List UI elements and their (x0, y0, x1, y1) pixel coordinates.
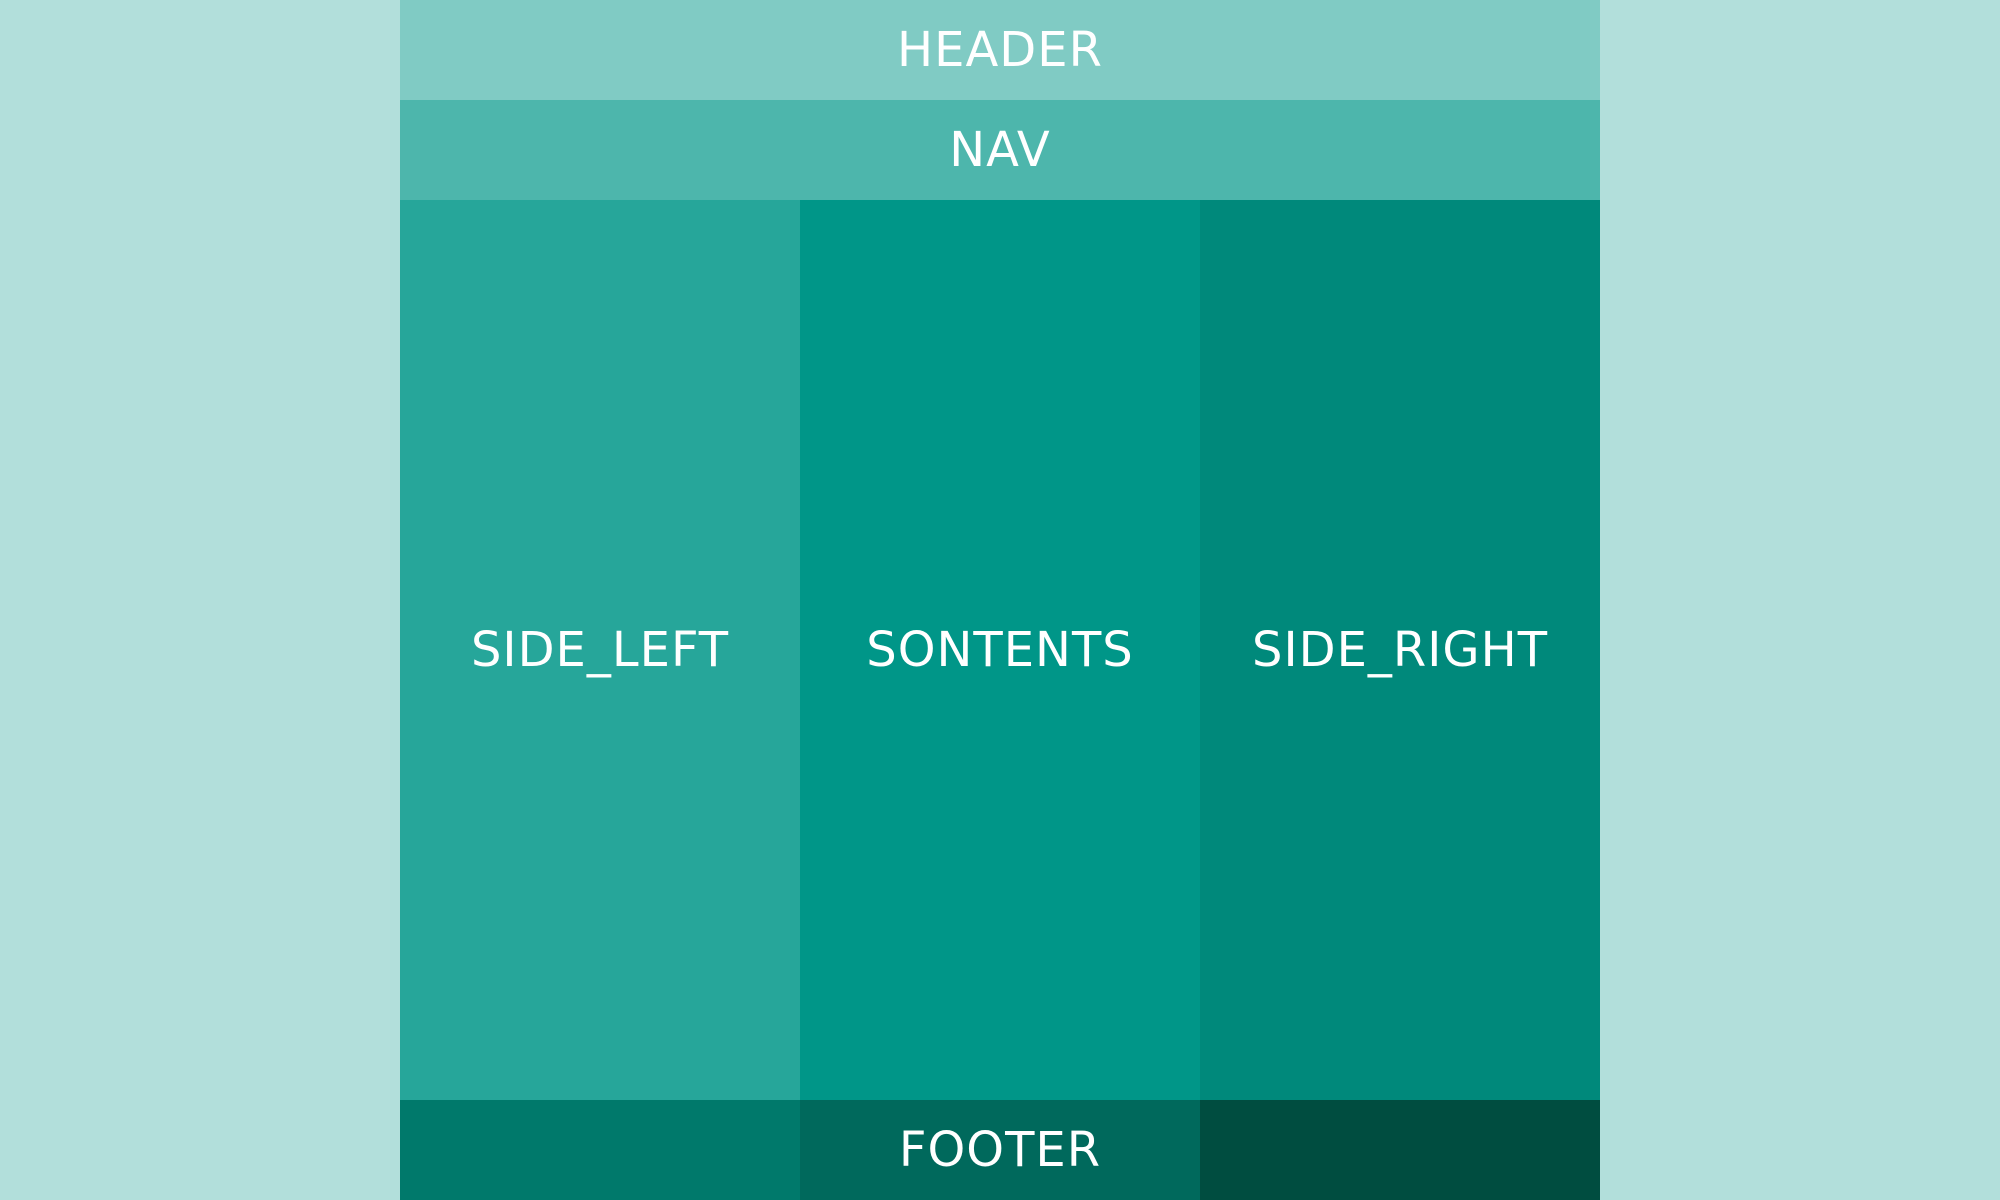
side-left-column: SIDE_LEFT (400, 200, 800, 1100)
header-label: HEADER (897, 22, 1103, 78)
side-left-label: SIDE_LEFT (470, 622, 730, 678)
footer-region: FOOTER (400, 1100, 1600, 1200)
footer-label-wrap: FOOTER (400, 1100, 1600, 1200)
nav-label: NAV (949, 122, 1051, 178)
side-right-label: SIDE_RIGHT (1251, 622, 1549, 678)
page-background: HEADER NAV SIDE_LEFT SONTENTS SIDE_RIGHT… (0, 0, 2000, 1200)
layout-wrapper: HEADER NAV SIDE_LEFT SONTENTS SIDE_RIGHT… (400, 0, 1600, 1200)
contents-label: SONTENTS (866, 622, 1134, 678)
contents-column: SONTENTS (800, 200, 1200, 1100)
footer-label: FOOTER (898, 1122, 1102, 1178)
side-right-column: SIDE_RIGHT (1200, 200, 1600, 1100)
header-region: HEADER (400, 0, 1600, 100)
nav-region: NAV (400, 100, 1600, 200)
